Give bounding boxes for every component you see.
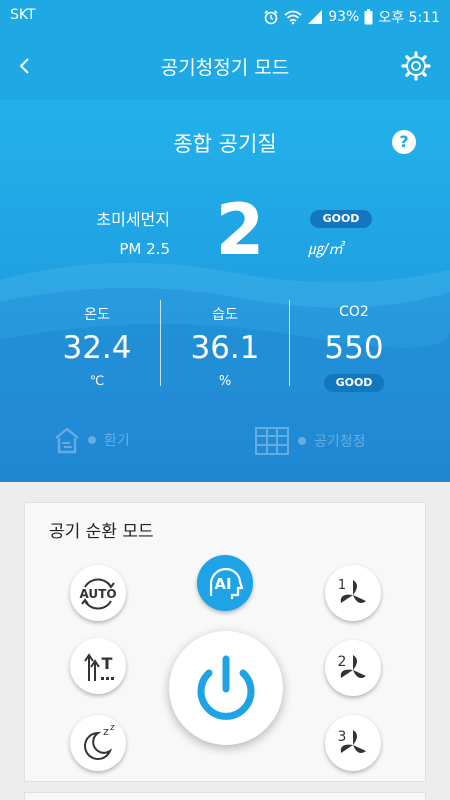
ventilation-indicator: 환기 [54,426,130,454]
fan-3-label: 3 [338,729,347,745]
temperature-label: 온도 [84,307,110,323]
next-card [24,792,426,800]
carrier-label: SKT [10,7,36,23]
auto-mode-button[interactable]: AUTO [70,565,126,621]
page-title: 공기청정기 모드 [160,57,290,79]
fan-speed-1-button[interactable]: 1 [325,565,381,621]
app-bar: 공기청정기 모드 [0,32,450,100]
pm25-sublabel: PM 2.5 [119,240,170,258]
window-icon [255,427,289,455]
fan-speed-3-button[interactable]: 3 [325,715,381,771]
wifi-icon [284,10,302,25]
co2-value: 550 [324,330,384,366]
pm25-unit: ㎍/㎥ [308,240,344,258]
sleep-mode-button[interactable]: z z [70,715,126,771]
fan-1-label: 1 [338,578,346,593]
humidity-value: 36.1 [190,330,260,366]
ventilation-label: 환기 [104,433,130,449]
auto-label: AUTO [79,587,116,601]
indicator-dot [88,436,96,444]
ventilation-icon [55,427,79,454]
humidity-unit: % [218,374,232,389]
temperature-value: 32.4 [62,330,132,366]
battery-percent: 93% [328,9,360,25]
alarm-icon [264,10,278,25]
signal-icon [308,10,323,24]
temperature-unit: ℃ [89,374,105,389]
purify-label: 공기청정 [314,434,366,450]
co2-metric: CO2 550 GOOD [289,304,419,392]
status-icons: 93% 오후 5:11 [263,7,440,27]
power-icon [197,655,255,720]
power-button[interactable] [169,631,283,745]
pm25-status-badge: GOOD [310,210,372,228]
fan-icon: 1 [338,578,366,603]
sleep-moon-icon: z z [84,723,115,760]
overall-air-quality-title: 종합 공기질 [173,132,277,156]
circulation-mode-card: 공기 순환 모드 AUTO AI 1 T 2 z z 3 [24,502,426,782]
status-bar: SKT 93% 오후 5:11 [0,0,450,32]
ai-mode-button[interactable]: AI [197,555,253,611]
pm25-name: 초미세먼지 [96,210,170,229]
turbo-mode-button[interactable]: T [70,638,126,694]
clock: 오후 5:11 [378,10,440,26]
temperature-metric: 온도 32.4 ℃ [32,304,162,392]
svg-text:z: z [110,723,115,733]
ai-label: AI [214,575,231,593]
help-button[interactable]: ? [392,130,416,154]
battery-icon [364,9,373,25]
humidity-label: 습도 [212,307,238,323]
pm25-value: 2 [215,189,265,271]
ai-head-icon: AI [209,567,244,599]
turbo-label: T [102,654,113,673]
purify-indicator: 공기청정 [254,426,366,456]
circulation-mode-title: 공기 순환 모드 [49,522,154,542]
air-quality-panel: 종합 공기질 ? 초미세먼지 PM 2.5 2 GOOD ㎍/㎥ 온도 32.4… [0,100,450,482]
humidity-metric: 습도 36.1 % [160,304,290,392]
settings-button[interactable] [400,50,432,82]
auto-icon: AUTO [79,578,117,610]
fan-2-label: 2 [338,654,347,670]
fan-icon: 3 [338,729,366,753]
turbo-icon: T [84,653,114,681]
indicator-dot [298,437,306,445]
fan-icon: 2 [338,654,366,678]
co2-status-badge: GOOD [324,374,384,392]
gear-icon [401,51,431,81]
co2-label: CO2 [339,304,369,320]
sleep-label: z [103,725,109,738]
fan-speed-2-button[interactable]: 2 [325,640,381,696]
